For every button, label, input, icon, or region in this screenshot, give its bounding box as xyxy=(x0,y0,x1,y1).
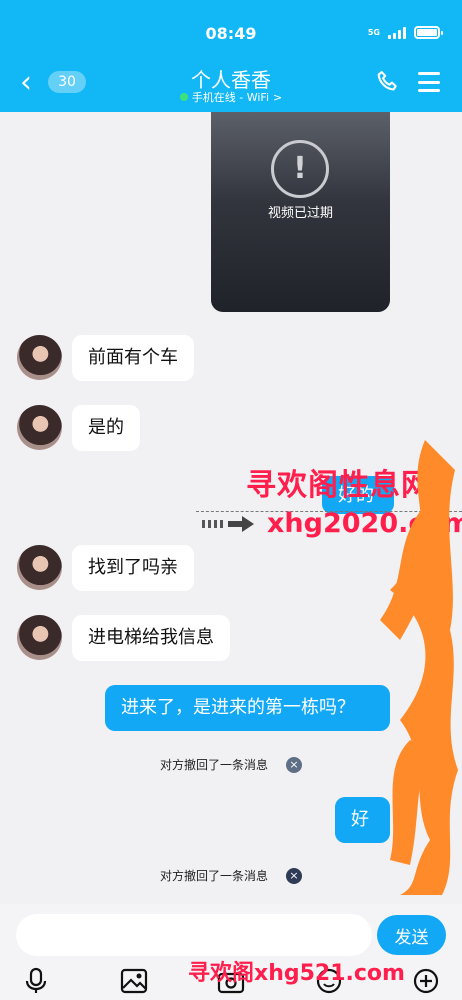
recall-text: 对方撤回了一条消息 xyxy=(159,758,268,772)
video-expired-text: 视频已过期 xyxy=(267,206,333,221)
battery-icon xyxy=(414,26,443,39)
close-icon[interactable]: × xyxy=(286,867,302,884)
signal-icon xyxy=(388,26,406,39)
chevron-right-icon: > xyxy=(273,90,283,104)
plus-icon[interactable] xyxy=(410,965,442,997)
watermark-footer: 寻欢阁xhg521.com xyxy=(188,961,405,986)
network-label: 5G xyxy=(367,27,380,37)
send-button[interactable]: 发送 xyxy=(377,915,446,955)
arrow-right-icon xyxy=(202,516,254,532)
alert-icon: ! xyxy=(271,140,329,198)
message-bubble-incoming[interactable]: 前面有个车 xyxy=(72,335,194,381)
orange-scribble-redaction xyxy=(380,440,458,895)
mic-icon[interactable] xyxy=(20,965,52,997)
contact-avatar[interactable] xyxy=(17,615,62,660)
phone-icon[interactable] xyxy=(374,68,402,96)
menu-icon[interactable] xyxy=(418,72,440,92)
message-bubble-incoming[interactable]: 进电梯给我信息 xyxy=(72,615,230,661)
online-dot-icon xyxy=(179,93,188,101)
close-icon[interactable]: × xyxy=(286,756,302,773)
contact-avatar[interactable] xyxy=(17,405,62,450)
image-icon[interactable] xyxy=(118,965,150,997)
status-icons: 5G xyxy=(367,26,443,39)
online-status-text: 手机在线 - WiFi xyxy=(191,91,270,104)
contact-avatar[interactable] xyxy=(17,335,62,380)
message-bubble-incoming[interactable]: 找到了吗亲 xyxy=(72,545,194,591)
expired-video-card[interactable]: ! 视频已过期 xyxy=(211,112,390,312)
message-bubble-outgoing[interactable]: 进来了，是进来的第一栋吗？ xyxy=(105,685,390,731)
chat-header: 08:49 5G ‹ 30 个人香香 手机在线 - WiFi > xyxy=(0,0,462,112)
contact-avatar[interactable] xyxy=(17,545,62,590)
recall-text: 对方撤回了一条消息 xyxy=(159,869,268,883)
message-input[interactable] xyxy=(16,914,372,956)
message-bubble-incoming[interactable]: 是的 xyxy=(72,405,140,451)
